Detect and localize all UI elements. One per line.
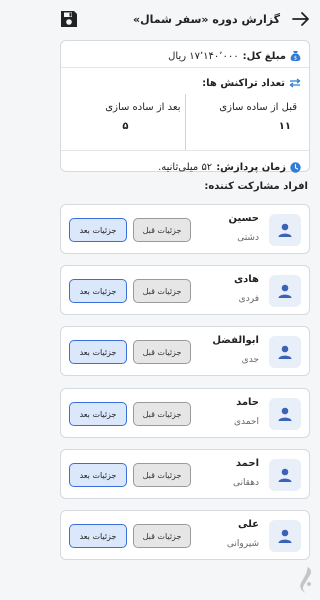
- money-bag-icon: $: [290, 51, 301, 62]
- details-after-button[interactable]: جزئیات بعد: [69, 279, 127, 303]
- person-icon: [278, 468, 292, 482]
- person-icon: [278, 223, 292, 237]
- avatar: [269, 520, 301, 552]
- participant-family: دهقانی: [232, 478, 259, 488]
- participant-name: حسین: [228, 213, 259, 224]
- after-value: ۵: [122, 121, 129, 132]
- details-before-button[interactable]: جزئیات قبل: [133, 279, 191, 303]
- before-column: قبل از ساده سازی ۱۱: [184, 94, 302, 150]
- participant-family: دشتی: [237, 233, 259, 243]
- participant-name: احمد: [235, 458, 259, 469]
- details-after-button[interactable]: جزئیات بعد: [69, 463, 127, 487]
- person-icon: [278, 284, 292, 298]
- divider: [61, 67, 309, 68]
- participant-family: احمدی: [233, 417, 259, 427]
- participant-family: شیروانی: [226, 539, 259, 549]
- summary-card: $ مبلغ کل: ۱۷٬۱۴۰٬۰۰۰ ریال تعداد تراکنش …: [60, 40, 310, 173]
- participant-card: حسین دشتی جزئیات قبل جزئیات بعد: [60, 204, 310, 254]
- store-watermark-logo: [300, 567, 312, 593]
- details-before-button[interactable]: جزئیات قبل: [133, 218, 191, 242]
- before-after-block: قبل از ساده سازی ۱۱ بعد از ساده سازی ۵: [69, 94, 301, 150]
- details-before-button[interactable]: جزئیات قبل: [133, 463, 191, 487]
- total-value: ۱۷٬۱۴۰٬۰۰۰ ریال: [168, 50, 239, 62]
- participant-card: ابوالفضل جدی جزئیات قبل جزئیات بعد: [60, 326, 310, 376]
- participant-family: فردی: [238, 294, 259, 304]
- transactions-row: تعداد تراکنش ها:: [69, 72, 301, 94]
- details-before-button[interactable]: جزئیات قبل: [133, 402, 191, 426]
- participant-card: علی شیروانی جزئیات قبل جزئیات بعد: [60, 510, 310, 560]
- avatar: [269, 459, 301, 491]
- participant-card: حامد احمدی جزئیات قبل جزئیات بعد: [60, 388, 310, 438]
- processing-value: ۵۲ میلی‌ثانیه.: [158, 161, 213, 173]
- swap-arrows-icon: [289, 78, 301, 88]
- participant-name: حامد: [236, 397, 259, 408]
- transactions-label: تعداد تراکنش ها:: [202, 77, 285, 89]
- participant-family: جدی: [241, 355, 259, 365]
- details-before-button[interactable]: جزئیات قبل: [133, 524, 191, 548]
- divider: [61, 150, 309, 151]
- arrow-right-icon: [292, 12, 309, 26]
- after-column: بعد از ساده سازی ۵: [69, 94, 185, 150]
- processing-label: زمان پردازش:: [216, 161, 286, 173]
- avatar: [269, 336, 301, 368]
- back-button[interactable]: [290, 8, 312, 30]
- person-icon: [278, 529, 292, 543]
- person-icon: [278, 345, 292, 359]
- participant-card: هادی فردی جزئیات قبل جزئیات بعد: [60, 265, 310, 315]
- total-amount-row: $ مبلغ کل: ۱۷٬۱۴۰٬۰۰۰ ریال: [69, 45, 301, 67]
- participants-heading: افراد مشارکت کننده:: [204, 181, 308, 192]
- details-before-button[interactable]: جزئیات قبل: [133, 340, 191, 364]
- after-label: بعد از ساده سازی: [105, 102, 181, 113]
- avatar: [269, 275, 301, 307]
- page-title: گزارش دوره «سفر شمال»: [133, 12, 280, 26]
- details-after-button[interactable]: جزئیات بعد: [69, 402, 127, 426]
- avatar: [269, 398, 301, 430]
- before-value: ۱۱: [278, 121, 291, 132]
- participant-name: هادی: [234, 274, 259, 285]
- total-label: مبلغ کل:: [242, 50, 286, 62]
- participant-name: ابوالفضل: [212, 335, 259, 346]
- details-after-button[interactable]: جزئیات بعد: [69, 524, 127, 548]
- save-button[interactable]: [58, 8, 80, 30]
- person-icon: [278, 407, 292, 421]
- avatar: [269, 214, 301, 246]
- svg-text:$: $: [294, 56, 297, 62]
- app-bar: گزارش دوره «سفر شمال»: [50, 0, 320, 38]
- details-after-button[interactable]: جزئیات بعد: [69, 218, 127, 242]
- participant-card: احمد دهقانی جزئیات قبل جزئیات بعد: [60, 449, 310, 499]
- clock-icon: [290, 161, 301, 173]
- floppy-disk-icon: [61, 11, 77, 27]
- processing-time-row: زمان پردازش: ۵۲ میلی‌ثانیه.: [69, 157, 301, 177]
- participant-name: علی: [237, 519, 259, 530]
- before-label: قبل از ساده سازی: [219, 102, 297, 113]
- details-after-button[interactable]: جزئیات بعد: [69, 340, 127, 364]
